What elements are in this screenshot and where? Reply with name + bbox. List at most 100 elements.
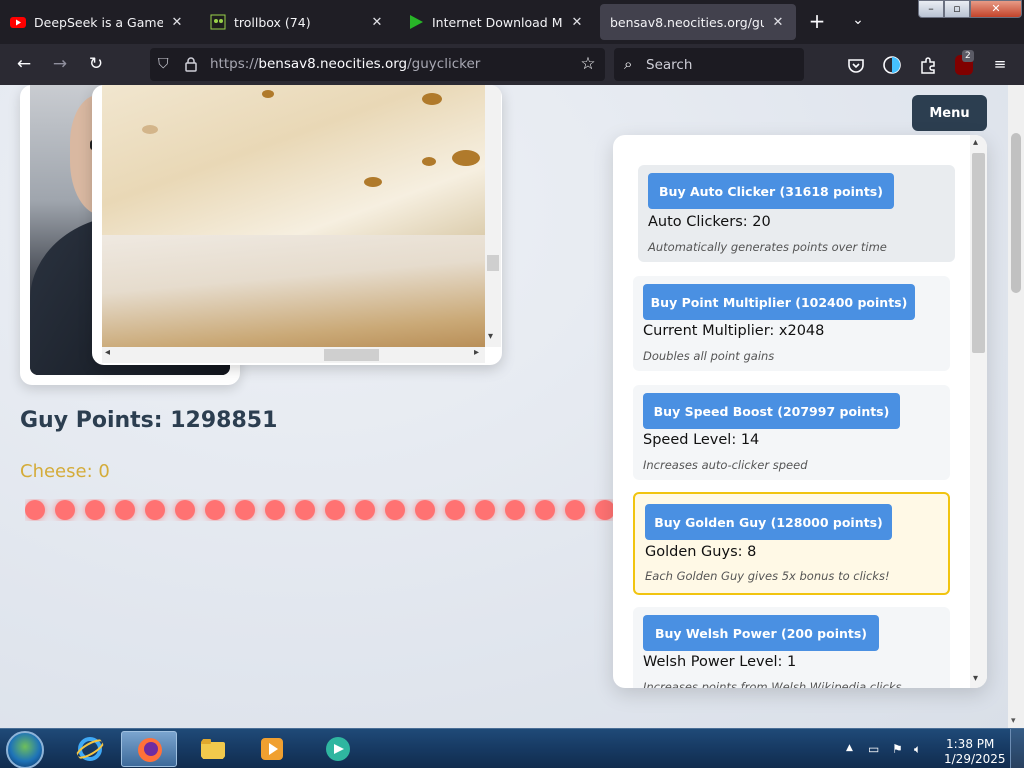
scroll-thumb[interactable]: [324, 349, 379, 361]
hamburger-menu-icon[interactable]: ≡: [988, 53, 1012, 77]
red-dot: [355, 500, 375, 520]
buy-golden-guy-button[interactable]: Buy Golden Guy (128000 points): [645, 504, 892, 540]
show-desktop-button[interactable]: [1010, 729, 1024, 768]
maximize-button[interactable]: ▫: [944, 0, 970, 18]
flag-icon[interactable]: ⚑: [892, 742, 903, 756]
close-icon[interactable]: ✕: [770, 15, 786, 30]
start-button[interactable]: [6, 731, 44, 768]
red-dot: [295, 500, 315, 520]
pocket-icon[interactable]: [844, 53, 868, 77]
clock-date[interactable]: 1/29/2025: [944, 752, 1006, 766]
taskbar: ▲ ▭ ⚑ 🔈︎ 1:38 PM 1/29/2025: [0, 728, 1024, 768]
buy-speed-boost-button[interactable]: Buy Speed Boost (207997 points): [643, 393, 900, 429]
close-icon[interactable]: ✕: [569, 15, 585, 30]
system-tray: ▲ ▭ ⚑ 🔈︎ 1:38 PM 1/29/2025: [840, 733, 1020, 767]
url-domain: bensav8.neocities.org: [258, 56, 408, 72]
scroll-thumb[interactable]: [1011, 133, 1021, 293]
youtube-icon: [10, 14, 26, 30]
internet-explorer-icon[interactable]: [62, 731, 118, 767]
red-dot: [115, 500, 135, 520]
window-controls: – ▫ ✕: [918, 0, 1024, 20]
close-icon[interactable]: ✕: [369, 15, 385, 30]
media-player-icon[interactable]: [244, 731, 300, 767]
red-dot: [475, 500, 495, 520]
cheese-counter: Cheese: 0: [20, 461, 110, 482]
trollbox-icon: [210, 14, 226, 30]
upgrade-speed-boost: Buy Speed Boost (207997 points) Speed Le…: [633, 385, 950, 480]
back-arrow-icon[interactable]: ←: [12, 53, 36, 77]
firefox-icon[interactable]: [121, 731, 177, 767]
tab-guyclicker[interactable]: bensav8.neocities.org/guyclick ✕: [600, 4, 796, 40]
bookmark-star-icon[interactable]: ☆: [577, 54, 599, 76]
red-dot: [595, 500, 615, 520]
url-prefix: https://: [210, 56, 259, 72]
close-window-button[interactable]: ✕: [970, 0, 1022, 18]
network-icon[interactable]: ▭: [868, 742, 879, 756]
new-tab-button[interactable]: +: [805, 10, 829, 34]
buy-auto-clicker-button[interactable]: Buy Auto Clicker (31618 points): [648, 173, 894, 209]
plate-shape: [102, 235, 485, 347]
extensions-icon[interactable]: [916, 53, 940, 77]
page-content: ▾ ◂ ▸ Guy Points: 1298851 Cheese: 0 Menu…: [0, 85, 1008, 728]
tab-trollbox[interactable]: trollbox (74) ✕: [200, 4, 395, 40]
chevron-down-icon[interactable]: ▾: [488, 331, 493, 342]
clock-time[interactable]: 1:38 PM: [946, 737, 994, 751]
red-dot: [445, 500, 465, 520]
tab-idm[interactable]: Internet Download Manag ✕: [398, 4, 595, 40]
shield-icon[interactable]: ⛉: [158, 56, 174, 73]
close-icon[interactable]: ✕: [169, 15, 185, 30]
upgrade-welsh-power: Buy Welsh Power (200 points) Welsh Power…: [633, 607, 950, 688]
red-dot: [25, 500, 45, 520]
tab-deepseek[interactable]: DeepSeek is a Game Chang ✕: [0, 4, 195, 40]
forward-arrow-icon[interactable]: →: [48, 53, 72, 77]
cheese-hole: [142, 125, 158, 134]
cheese-hole: [262, 90, 274, 98]
minimize-button[interactable]: –: [918, 0, 944, 18]
upgrade-stat: Auto Clickers: 20: [648, 214, 771, 230]
tab-strip: DeepSeek is a Game Chang ✕ trollbox (74)…: [0, 0, 1024, 44]
upgrade-stat: Current Multiplier: x2048: [643, 323, 825, 339]
horizontal-scrollbar[interactable]: ◂ ▸: [102, 347, 485, 363]
menu-button[interactable]: Menu: [912, 95, 987, 131]
upgrade-stat: Welsh Power Level: 1: [643, 654, 797, 670]
cheese-hole: [452, 150, 480, 166]
account-icon[interactable]: [880, 53, 904, 77]
chevron-down-icon[interactable]: ⌄: [846, 12, 870, 32]
file-explorer-icon[interactable]: [185, 731, 241, 767]
lock-icon[interactable]: [184, 56, 200, 73]
scroll-thumb[interactable]: [487, 255, 499, 271]
red-dot: [385, 500, 405, 520]
chevron-right-icon[interactable]: ▸: [474, 347, 479, 358]
tab-title: trollbox (74): [234, 14, 311, 30]
url-text[interactable]: https://bensav8.neocities.org/guyclicker: [210, 56, 480, 72]
search-icon: ⌕: [624, 55, 633, 73]
volume-icon[interactable]: 🔈︎: [914, 742, 921, 757]
scroll-thumb[interactable]: [972, 153, 985, 353]
show-hidden-icons-icon[interactable]: ▲: [846, 743, 853, 753]
cheese-hole: [364, 177, 382, 187]
search-placeholder: Search: [646, 57, 693, 73]
messenger-icon[interactable]: [310, 731, 366, 767]
search-input[interactable]: ⌕ Search: [614, 48, 804, 81]
chevron-left-icon[interactable]: ◂: [105, 347, 110, 358]
chevron-down-icon[interactable]: ▾: [1011, 716, 1016, 726]
upgrade-auto-clicker: Buy Auto Clicker (31618 points) Auto Cli…: [638, 165, 955, 262]
buy-welsh-power-button[interactable]: Buy Welsh Power (200 points): [643, 615, 879, 651]
tab-title: Internet Download Manag: [432, 14, 563, 30]
reload-icon[interactable]: ↻: [84, 53, 108, 77]
red-dot: [325, 500, 345, 520]
red-dot: [55, 500, 75, 520]
cheese-image[interactable]: [102, 85, 485, 347]
upgrade-shop-panel: Buy Auto Clicker (31618 points) Auto Cli…: [613, 135, 987, 688]
address-bar[interactable]: ⛉ https://bensav8.neocities.org/guyclick…: [150, 48, 605, 81]
cheese-image-panel: ▾ ◂ ▸: [92, 85, 502, 365]
upgrade-description: Automatically generates points over time: [648, 240, 887, 254]
chevron-up-icon[interactable]: ▴: [973, 137, 978, 148]
shop-scrollbar[interactable]: ▴ ▾: [970, 135, 987, 688]
chevron-down-icon[interactable]: ▾: [973, 673, 978, 684]
red-dot: [535, 500, 555, 520]
upgrade-stat: Speed Level: 14: [643, 432, 760, 448]
page-scrollbar[interactable]: ▾: [1008, 85, 1024, 728]
buy-point-multiplier-button[interactable]: Buy Point Multiplier (102400 points): [643, 284, 915, 320]
vertical-scrollbar[interactable]: ▾: [485, 85, 501, 347]
